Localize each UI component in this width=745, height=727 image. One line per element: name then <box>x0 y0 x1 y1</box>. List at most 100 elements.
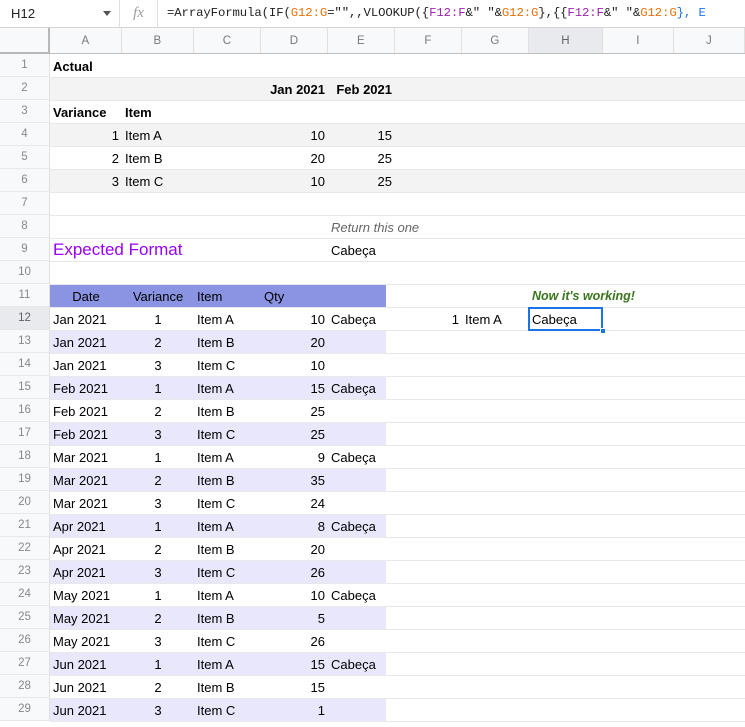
column-header-H[interactable]: H <box>529 28 603 53</box>
cell-A20[interactable]: Mar 2021 <box>50 492 122 514</box>
cell-B27[interactable]: 1 <box>122 653 194 675</box>
cell-A16[interactable]: Feb 2021 <box>50 400 122 422</box>
cell-D26[interactable]: 26 <box>261 630 328 652</box>
cell-A6[interactable]: 3 <box>50 170 122 192</box>
cell-E5[interactable]: 25 <box>328 147 395 169</box>
row-header-6[interactable]: 6 <box>0 169 50 192</box>
cell-B6[interactable]: Item C <box>122 170 194 192</box>
row-header-29[interactable]: 29 <box>0 698 50 721</box>
cell-C22[interactable]: Item B <box>194 538 261 560</box>
column-header-D[interactable]: D <box>261 28 328 53</box>
row-header-28[interactable]: 28 <box>0 675 50 698</box>
row-header-16[interactable]: 16 <box>0 399 50 422</box>
row-header-17[interactable]: 17 <box>0 422 50 445</box>
cell-B17[interactable]: 3 <box>122 423 194 445</box>
row-header-11[interactable]: 11 <box>0 284 50 307</box>
column-header-B[interactable]: B <box>122 28 194 53</box>
cell-B12[interactable]: 1 <box>122 308 194 330</box>
cell-C17[interactable]: Item C <box>194 423 261 445</box>
row-header-15[interactable]: 15 <box>0 376 50 399</box>
row-header-3[interactable]: 3 <box>0 100 50 123</box>
cell-C12[interactable]: Item A <box>194 308 261 330</box>
cell-A13[interactable]: Jan 2021 <box>50 331 122 353</box>
cell-B19[interactable]: 2 <box>122 469 194 491</box>
row-header-1[interactable]: 1 <box>0 54 50 77</box>
cell-D20[interactable]: 24 <box>261 492 328 514</box>
cell-E21[interactable]: Cabeça <box>328 515 395 537</box>
cell-D4[interactable]: 10 <box>261 124 328 146</box>
cell-D24[interactable]: 10 <box>261 584 328 606</box>
cell-C28[interactable]: Item B <box>194 676 261 698</box>
column-header-F[interactable]: F <box>395 28 462 53</box>
cell-D23[interactable]: 26 <box>261 561 328 583</box>
cell-B16[interactable]: 2 <box>122 400 194 422</box>
chevron-down-icon[interactable] <box>103 11 111 16</box>
cell-A19[interactable]: Mar 2021 <box>50 469 122 491</box>
cell-D27[interactable]: 15 <box>261 653 328 675</box>
cell-A5[interactable]: 2 <box>50 147 122 169</box>
cell-D2[interactable]: Jan 2021 <box>261 78 328 100</box>
cell-A9[interactable]: Expected Format <box>50 239 266 261</box>
cell-C23[interactable]: Item C <box>194 561 261 583</box>
row-header-24[interactable]: 24 <box>0 583 50 606</box>
cell-B20[interactable]: 3 <box>122 492 194 514</box>
cell-E4[interactable]: 15 <box>328 124 395 146</box>
cell-C15[interactable]: Item A <box>194 377 261 399</box>
column-header-C[interactable]: C <box>194 28 261 53</box>
cell-E9[interactable]: Cabeça <box>328 239 395 261</box>
cell-D11[interactable]: Qty <box>261 285 328 307</box>
cell-B22[interactable]: 2 <box>122 538 194 560</box>
cell-A23[interactable]: Apr 2021 <box>50 561 122 583</box>
cell-B21[interactable]: 1 <box>122 515 194 537</box>
cell-A27[interactable]: Jun 2021 <box>50 653 122 675</box>
cell-A17[interactable]: Feb 2021 <box>50 423 122 445</box>
cell-C29[interactable]: Item C <box>194 699 261 721</box>
row-header-12[interactable]: 12 <box>0 307 50 330</box>
cell-D25[interactable]: 5 <box>261 607 328 629</box>
cell-G12[interactable]: Item A <box>462 308 529 330</box>
cell-B25[interactable]: 2 <box>122 607 194 629</box>
row-header-18[interactable]: 18 <box>0 445 50 468</box>
cell-E24[interactable]: Cabeça <box>328 584 395 606</box>
row-header-19[interactable]: 19 <box>0 468 50 491</box>
cell-E18[interactable]: Cabeça <box>328 446 395 468</box>
cell-C16[interactable]: Item B <box>194 400 261 422</box>
cell-B26[interactable]: 3 <box>122 630 194 652</box>
row-header-27[interactable]: 27 <box>0 652 50 675</box>
cell-A24[interactable]: May 2021 <box>50 584 122 606</box>
cell-A26[interactable]: May 2021 <box>50 630 122 652</box>
cell-C24[interactable]: Item A <box>194 584 261 606</box>
row-header-10[interactable]: 10 <box>0 261 50 284</box>
cell-C26[interactable]: Item C <box>194 630 261 652</box>
row-header-8[interactable]: 8 <box>0 215 50 238</box>
cell-B4[interactable]: Item A <box>122 124 194 146</box>
cell-B13[interactable]: 2 <box>122 331 194 353</box>
row-header-22[interactable]: 22 <box>0 537 50 560</box>
cell-B28[interactable]: 2 <box>122 676 194 698</box>
cell-C19[interactable]: Item B <box>194 469 261 491</box>
cell-C13[interactable]: Item B <box>194 331 261 353</box>
cell-D12[interactable]: 10 <box>261 308 328 330</box>
column-header-A[interactable]: A <box>50 28 122 53</box>
row-header-14[interactable]: 14 <box>0 353 50 376</box>
cell-B15[interactable]: 1 <box>122 377 194 399</box>
cell-F12[interactable]: 1 <box>395 308 462 330</box>
row-header-13[interactable]: 13 <box>0 330 50 353</box>
name-box[interactable]: H12 <box>0 0 120 27</box>
cell-B11[interactable]: Variance <box>122 285 194 307</box>
cell-E15[interactable]: Cabeça <box>328 377 395 399</box>
cell-D6[interactable]: 10 <box>261 170 328 192</box>
fill-handle[interactable] <box>600 328 606 334</box>
row-header-23[interactable]: 23 <box>0 560 50 583</box>
cell-D22[interactable]: 20 <box>261 538 328 560</box>
row-header-5[interactable]: 5 <box>0 146 50 169</box>
column-header-J[interactable]: J <box>674 28 745 53</box>
cell-D15[interactable]: 15 <box>261 377 328 399</box>
cell-B14[interactable]: 3 <box>122 354 194 376</box>
cell-D19[interactable]: 35 <box>261 469 328 491</box>
cell-C20[interactable]: Item C <box>194 492 261 514</box>
cell-B24[interactable]: 1 <box>122 584 194 606</box>
cell-A15[interactable]: Feb 2021 <box>50 377 122 399</box>
cell-A25[interactable]: May 2021 <box>50 607 122 629</box>
select-all-corner[interactable] <box>0 28 50 54</box>
